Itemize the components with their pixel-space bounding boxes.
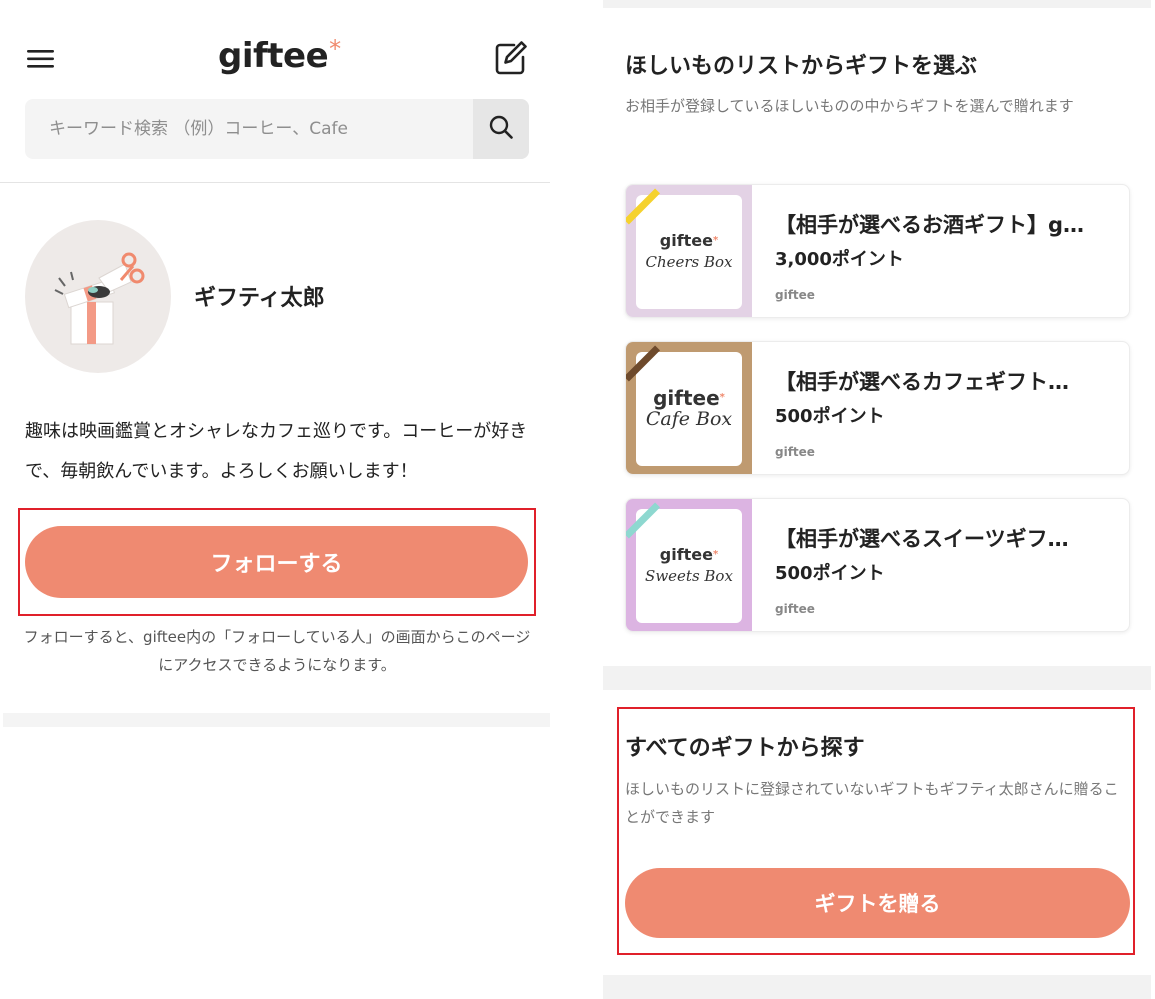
giftee-logo[interactable]: giftee* — [218, 35, 348, 80]
all-gifts-section-description: ほしいものリストに登録されていないギフトもギフティ太郎さんに贈ることができます — [625, 780, 1119, 826]
gift-brand: giftee — [775, 602, 815, 616]
edit-icon[interactable] — [494, 40, 528, 76]
send-gift-button[interactable]: ギフトを贈る — [625, 868, 1130, 938]
follow-note: フォローすると、giftee内の「フォローしている人」の画面からこのページにアク… — [23, 628, 531, 674]
thumbnail-brand: giftee* — [653, 386, 725, 410]
header-divider — [0, 182, 550, 183]
search-input[interactable] — [25, 99, 473, 159]
gift-brand: giftee — [775, 445, 815, 459]
search-icon — [488, 114, 514, 144]
thumbnail-brand: giftee* — [659, 231, 719, 250]
search-bar — [25, 99, 529, 159]
thumbnail-brand: giftee* — [659, 545, 719, 564]
user-name: ギフティ太郎 — [194, 286, 325, 311]
wishlist-item-card[interactable]: giftee* Cheers Box 【相手が選べるお酒ギフト】g… 3,000… — [625, 184, 1130, 318]
thumbnail-box-name: Cheers Box — [645, 253, 733, 271]
all-gifts-section-title: すべてのギフトから探す — [625, 736, 865, 761]
wishlist-section-description: お相手が登録しているほしいものの中からギフトを選んで贈れます — [625, 97, 1074, 115]
wishlist-section-title: ほしいものリストからギフトを選ぶ — [625, 54, 978, 79]
gift-title: 【相手が選べるスイーツギフ… — [775, 527, 1069, 551]
gift-price: 3,000ポイント — [775, 249, 904, 270]
gift-selection-screen: ほしいものリストからギフトを選ぶ お相手が登録しているほしいものの中からギフトを… — [603, 0, 1151, 999]
thumbnail-box-name: Sweets Box — [645, 567, 733, 585]
gift-thumbnail: giftee* Sweets Box — [626, 499, 752, 631]
follow-button[interactable]: フォローする — [25, 526, 528, 598]
gift-thumbnail: giftee* Cafe Box — [626, 342, 752, 474]
avatar — [25, 220, 171, 373]
section-separator — [603, 0, 1151, 8]
gift-title: 【相手が選べるカフェギフト… — [775, 370, 1069, 394]
gift-brand: giftee — [775, 288, 815, 302]
gift-thumbnail: giftee* Cheers Box — [626, 185, 752, 317]
thumbnail-box-name: Cafe Box — [645, 408, 733, 430]
section-separator — [603, 975, 1151, 999]
gift-price: 500ポイント — [775, 406, 885, 427]
section-separator — [603, 666, 1151, 690]
hamburger-menu-icon[interactable] — [27, 48, 55, 70]
user-bio: 趣味は映画鑑賞とオシャレなカフェ巡りです。コーヒーが好きで、毎朝飲んでいます。よ… — [25, 421, 528, 482]
thumbnail-label: giftee* Sweets Box — [636, 509, 742, 623]
thumbnail-label: giftee* Cafe Box — [636, 352, 742, 466]
search-button[interactable] — [473, 99, 529, 159]
logo-mark: * — [329, 35, 341, 63]
thumbnail-label: giftee* Cheers Box — [636, 195, 742, 309]
logo-text: giftee — [218, 36, 329, 76]
section-separator — [3, 713, 550, 727]
gift-title: 【相手が選べるお酒ギフト】g… — [775, 213, 1085, 237]
wishlist-item-card[interactable]: giftee* Sweets Box 【相手が選べるスイーツギフ… 500ポイン… — [625, 498, 1130, 632]
gift-price: 500ポイント — [775, 563, 885, 584]
profile-screen: giftee* キーワード検索 （例）コーヒー、Cafe ギフティ太郎 趣味は映… — [0, 0, 553, 999]
wishlist-item-card[interactable]: giftee* Cafe Box 【相手が選べるカフェギフト… 500ポイント … — [625, 341, 1130, 475]
